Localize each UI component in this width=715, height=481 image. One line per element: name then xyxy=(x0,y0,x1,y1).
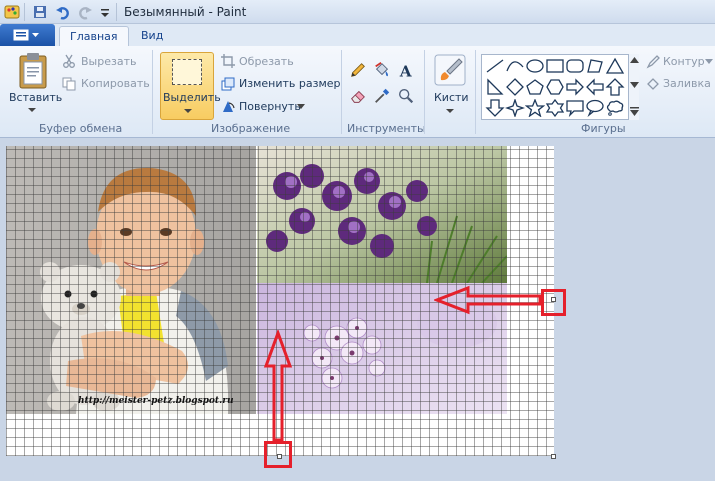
paint-app-icon xyxy=(4,5,20,19)
right-handle-highlight xyxy=(541,289,566,316)
clipboard-group-label: Буфер обмена xyxy=(39,122,123,135)
cut-button[interactable]: Вырезать xyxy=(81,55,136,68)
arrow-left-shape-icon[interactable] xyxy=(585,78,605,96)
scroll-down-icon[interactable] xyxy=(630,82,639,88)
select-icon xyxy=(172,59,202,85)
rotate-button[interactable]: Повернуть xyxy=(239,100,301,113)
ribbon: Вставить Вырезать Копировать Буфер обмен… xyxy=(0,46,715,138)
group-separator xyxy=(475,50,476,134)
rotate-icon[interactable] xyxy=(221,99,235,113)
outline-button[interactable]: Контур xyxy=(663,55,705,68)
hexagon-shape-icon[interactable] xyxy=(545,78,565,96)
qat-separator xyxy=(116,3,117,21)
rectangular-callout-shape-icon[interactable] xyxy=(565,99,585,117)
crop-button[interactable]: Обрезать xyxy=(239,55,294,68)
canvas-resize-handle-corner[interactable] xyxy=(551,454,556,459)
magnifier-icon[interactable] xyxy=(396,86,416,106)
gallery-more-icon[interactable] xyxy=(630,107,639,116)
arrow-up-shape-icon[interactable] xyxy=(605,78,625,96)
paste-icon[interactable] xyxy=(18,52,48,90)
paste-button-label[interactable]: Вставить xyxy=(9,91,62,104)
ribbon-tabs: Главная Вид xyxy=(0,24,715,46)
image-group-label: Изображение xyxy=(211,122,291,135)
select-dropdown-icon xyxy=(184,109,192,113)
cloud-callout-shape-icon[interactable] xyxy=(605,99,625,117)
outline-dropdown-icon[interactable] xyxy=(705,59,713,64)
tab-home[interactable]: Главная xyxy=(59,26,129,46)
watermark-text: http://meister-petz.blogspot.ru xyxy=(78,396,234,406)
arrow-down-shape-icon[interactable] xyxy=(485,99,505,117)
paste-dropdown-icon[interactable] xyxy=(27,107,37,113)
brushes-button[interactable]: Кисти xyxy=(434,91,469,104)
red-arrow-up-icon xyxy=(263,330,293,442)
title-bar: Безымянный - Paint xyxy=(0,0,715,24)
boy-photo xyxy=(6,146,256,414)
shapes-group-label: Фигуры xyxy=(581,122,626,135)
shapes-gallery xyxy=(481,54,639,120)
select-button[interactable]: Выделить xyxy=(160,52,221,120)
four-point-star-shape-icon[interactable] xyxy=(505,99,525,117)
cut-icon[interactable] xyxy=(62,54,76,68)
group-separator xyxy=(341,50,342,134)
fill-bucket-icon[interactable] xyxy=(372,60,392,80)
paint-menu-button[interactable] xyxy=(0,24,55,46)
group-separator xyxy=(152,50,153,134)
oval-shape-icon[interactable] xyxy=(525,57,545,75)
scroll-up-icon[interactable] xyxy=(630,57,639,63)
menu-icon xyxy=(13,29,39,41)
shapes-scrollbar[interactable] xyxy=(628,54,639,120)
arrow-right-shape-icon[interactable] xyxy=(565,78,585,96)
right-triangle-shape-icon[interactable] xyxy=(485,78,505,96)
save-icon[interactable] xyxy=(32,4,48,20)
oval-callout-shape-icon[interactable] xyxy=(585,99,605,117)
fill-icon[interactable] xyxy=(646,77,660,91)
fill-button[interactable]: Заливка xyxy=(663,77,711,90)
customize-qat-icon[interactable] xyxy=(97,4,113,20)
rounded-rectangle-shape-icon[interactable] xyxy=(565,57,585,75)
red-arrow-left-icon xyxy=(434,285,542,315)
redo-icon[interactable] xyxy=(77,4,93,20)
rotate-dropdown-icon[interactable] xyxy=(297,104,305,109)
diamond-shape-icon[interactable] xyxy=(505,78,525,96)
five-point-star-shape-icon[interactable] xyxy=(525,99,545,117)
brushes-dropdown-icon[interactable] xyxy=(445,108,455,114)
svg-text:A: A xyxy=(399,62,413,80)
resize-icon[interactable] xyxy=(221,77,235,91)
crop-icon[interactable] xyxy=(221,54,235,68)
qat-separator xyxy=(24,3,25,21)
six-point-star-shape-icon[interactable] xyxy=(545,99,565,117)
brushes-icon[interactable] xyxy=(434,54,466,86)
eraser-icon[interactable] xyxy=(348,86,368,106)
curve-shape-icon[interactable] xyxy=(505,57,525,75)
pentagon-shape-icon[interactable] xyxy=(525,78,545,96)
tools-group-label: Инструменты xyxy=(347,122,426,135)
violets-photo xyxy=(257,146,507,283)
polygon-shape-icon[interactable] xyxy=(585,57,605,75)
outline-icon[interactable] xyxy=(646,55,660,69)
tab-view[interactable]: Вид xyxy=(131,26,173,46)
group-separator xyxy=(424,50,425,134)
copy-icon[interactable] xyxy=(62,77,76,91)
line-shape-icon[interactable] xyxy=(485,57,505,75)
undo-icon[interactable] xyxy=(55,4,71,20)
select-button-label: Выделить xyxy=(163,91,221,104)
text-icon[interactable]: A xyxy=(396,60,416,80)
color-picker-icon[interactable] xyxy=(372,86,392,106)
window-title: Безымянный - Paint xyxy=(124,5,247,19)
pencil-icon[interactable] xyxy=(348,60,368,80)
triangle-shape-icon[interactable] xyxy=(605,57,625,75)
bottom-handle-highlight xyxy=(264,441,292,468)
copy-button[interactable]: Копировать xyxy=(81,77,150,90)
resize-button[interactable]: Изменить размер xyxy=(239,77,341,90)
rectangle-shape-icon[interactable] xyxy=(545,57,565,75)
